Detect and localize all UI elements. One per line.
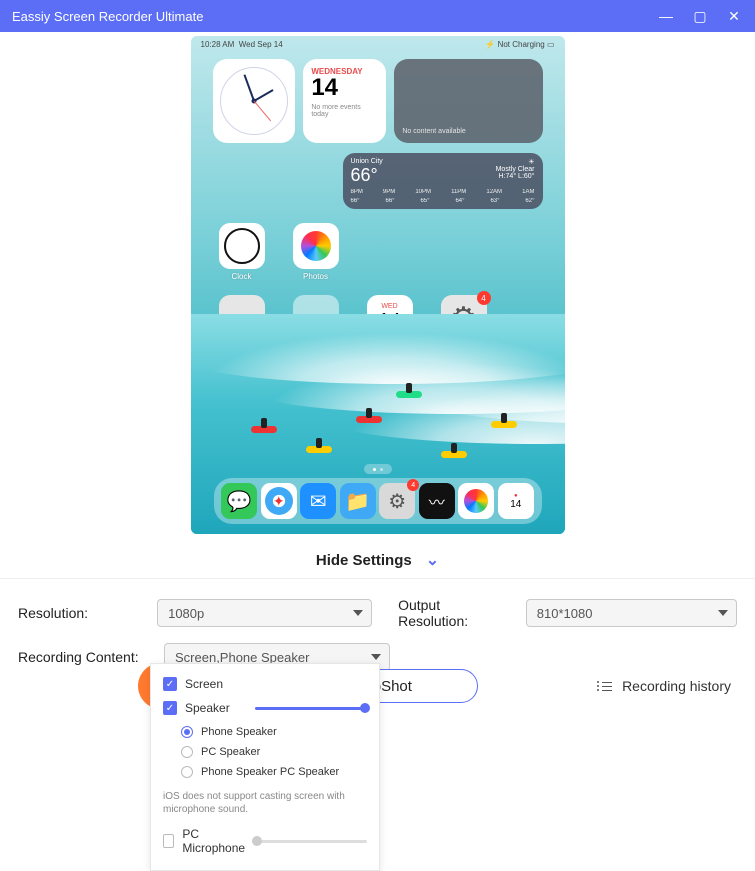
output-resolution-select[interactable]: 810*1080 [526,599,737,627]
dock-calendar-icon: ●14 [498,483,534,519]
speaker-volume-slider[interactable] [255,707,367,710]
hide-settings-label: Hide Settings [316,552,412,569]
cal-note: No more events today [311,104,378,118]
empty-widget: No content available [394,59,542,143]
resolution-select[interactable]: 1080p [157,599,372,627]
weather-hourly: 8PM9PM10PM11PM12AM1AM [351,189,535,195]
empty-widget-text: No content available [402,128,465,135]
cal-num: 14 [311,76,378,100]
speaker-label: Speaker [185,701,230,715]
recording-content-label: Recording Content: [18,649,146,665]
resolution-label: Resolution: [18,605,139,621]
weather-hourly-temps: 66°66°65°64°63°62° [351,198,535,204]
dock-mail-icon: ✉ [300,483,336,519]
maximize-icon[interactable]: ▢ [691,7,709,25]
device-screen: 10:28 AM Wed Sep 14 ⚡ Not Charging ▭ WED… [191,36,565,534]
calendar-widget: WEDNESDAY 14 No more events today [303,59,386,143]
settings-badge: 4 [477,291,491,305]
checkbox-icon[interactable]: ✓ [163,677,177,691]
screen-checkbox-row[interactable]: ✓ Screen [151,672,379,696]
weather-temp: 66° [351,165,383,186]
surfer-icon [251,419,277,433]
weather-range: H:74° L:60° [496,173,535,180]
hide-settings-toggle[interactable]: Hide Settings ⌄ [0,542,755,578]
status-date: Wed Sep 14 [239,40,283,49]
recording-history-link[interactable]: Recording history [597,678,731,694]
pc-mic-checkbox-row[interactable]: PC Microphone [151,822,379,860]
resolution-row: Resolution: 1080p Output Resolution: 810… [18,597,737,629]
radio-pc-speaker[interactable]: PC Speaker [181,742,367,762]
surfer-icon [396,384,422,398]
close-icon[interactable]: ✕ [725,7,743,25]
dock-photos-icon [458,483,494,519]
speaker-checkbox-row[interactable]: ✓ Speaker [151,696,379,720]
screen-label: Screen [185,677,223,691]
list-icon [597,681,612,691]
dock-bird-icon: 〰 [419,483,455,519]
checkbox-icon[interactable]: ✓ [163,701,177,715]
surfer-icon [356,409,382,423]
dock-settings-icon: ⚙4 [379,483,415,519]
surfer-icon [441,444,467,458]
page-indicator [364,464,392,474]
surfer-icon [491,414,517,428]
weather-widget: Union City 66° ☀ Mostly Clear H:74° L:60… [343,153,543,209]
pc-mic-label: PC Microphone [182,827,247,855]
status-charging: Not Charging [498,40,545,49]
speaker-radio-group: Phone Speaker PC Speaker Phone Speaker P… [151,720,379,784]
chevron-down-icon: ⌄ [426,550,439,570]
settings-panel: Resolution: 1080p Output Resolution: 810… [0,578,755,671]
dock-messages-icon: 💬 [221,483,257,519]
dock-safari-icon: ✦ [261,483,297,519]
widget-row: WEDNESDAY 14 No more events today No con… [191,49,565,143]
radio-both-speaker[interactable]: Phone Speaker PC Speaker [181,762,367,782]
device-statusbar: 10:28 AM Wed Sep 14 ⚡ Not Charging ▭ [191,36,565,49]
title-bar: Eassiy Screen Recorder Ultimate — ▢ ✕ [0,0,755,32]
weather-city: Union City [351,158,383,165]
status-time: 10:28 AM [201,40,235,49]
dock-files-icon: 📁 [340,483,376,519]
device-dock: 💬 ✦ ✉ 📁 ⚙4 〰 ●14 [214,478,542,524]
window-title: Eassiy Screen Recorder Ultimate [12,9,203,24]
radio-phone-speaker[interactable]: Phone Speaker [181,722,367,742]
recording-history-label: Recording history [622,678,731,694]
device-preview-area: 10:28 AM Wed Sep 14 ⚡ Not Charging ▭ WED… [0,32,755,542]
window-controls: — ▢ ✕ [657,7,743,25]
mic-note: iOS does not support casting screen with… [151,784,379,822]
surfer-icon [306,439,332,453]
clock-widget [213,59,296,143]
app-row-1: Clock Photos [191,209,565,281]
app-clock: Clock [219,223,265,281]
output-resolution-label: Output Resolution: [398,597,508,629]
weather-cond: Mostly Clear [496,166,535,173]
checkbox-icon[interactable] [163,834,174,848]
app-photos: Photos [293,223,339,281]
minimize-icon[interactable]: — [657,7,675,25]
